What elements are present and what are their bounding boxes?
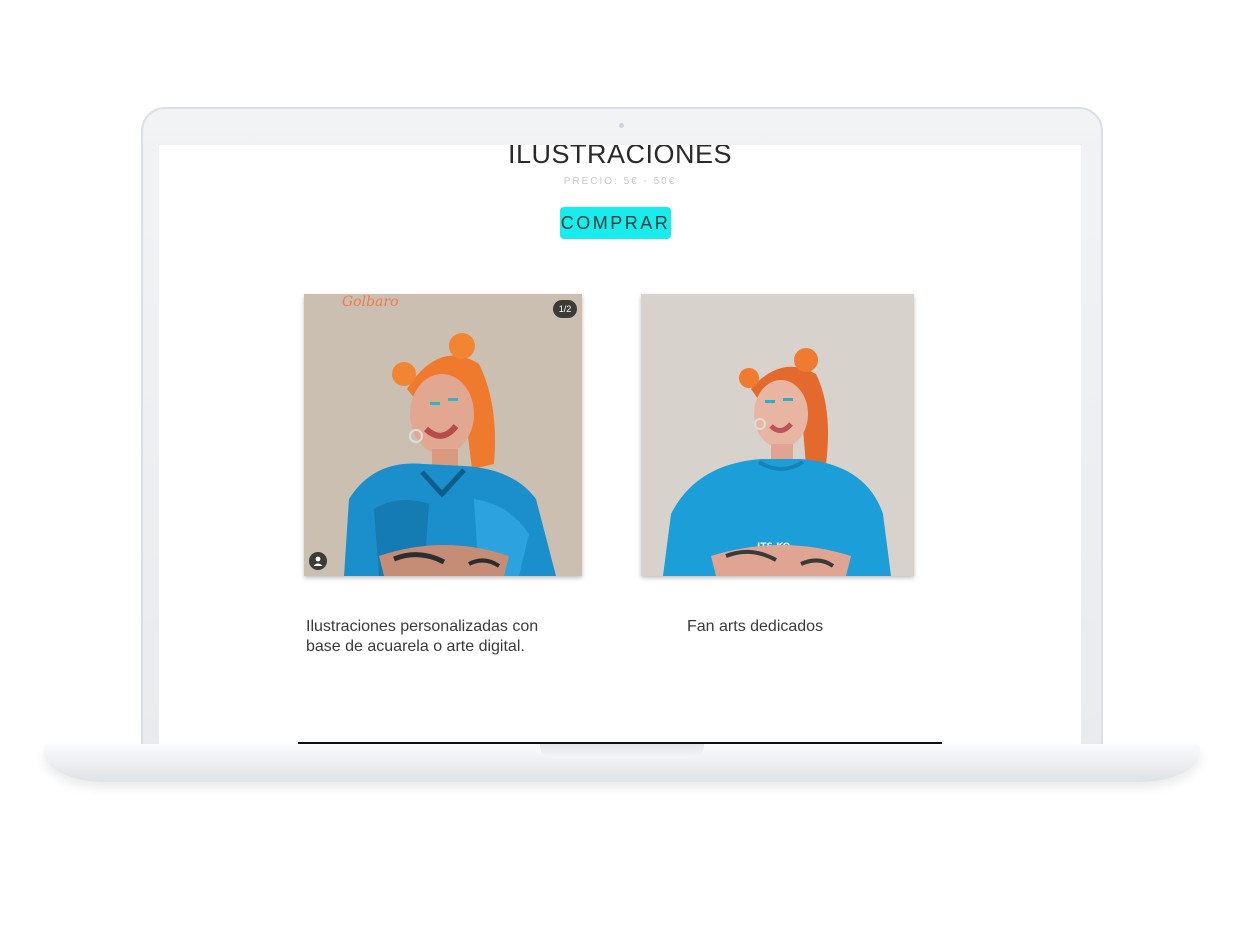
illustration-image[interactable]: Golbaro 1/2 xyxy=(304,294,582,576)
illustration-artwork: Golbaro xyxy=(304,294,582,576)
laptop-mockup: ILUSTRACIONES PRECIO: 5€ - 50€ COMPRAR G… xyxy=(0,0,1236,928)
price-range: PRECIO: 5€ - 50€ xyxy=(563,176,677,187)
page-title: ILUSTRACIONES xyxy=(507,145,733,169)
fanart-photo[interactable]: ITS KO xyxy=(641,294,914,576)
illustration-caption: Ilustraciones personalizadas con base de… xyxy=(306,618,539,655)
fanart-artwork: ITS KO xyxy=(641,294,914,576)
laptop-screen: ILUSTRACIONES PRECIO: 5€ - 50€ COMPRAR G… xyxy=(159,145,1081,745)
fanart-caption: Fan arts dedicados xyxy=(687,618,824,635)
artist-signature: Golbaro xyxy=(342,294,399,310)
laptop-notch xyxy=(540,744,704,758)
webcam-dot xyxy=(619,123,624,128)
user-tag-icon[interactable] xyxy=(309,552,327,570)
image-counter-badge: 1/2 xyxy=(553,300,577,318)
buy-button[interactable]: COMPRAR xyxy=(560,207,671,239)
